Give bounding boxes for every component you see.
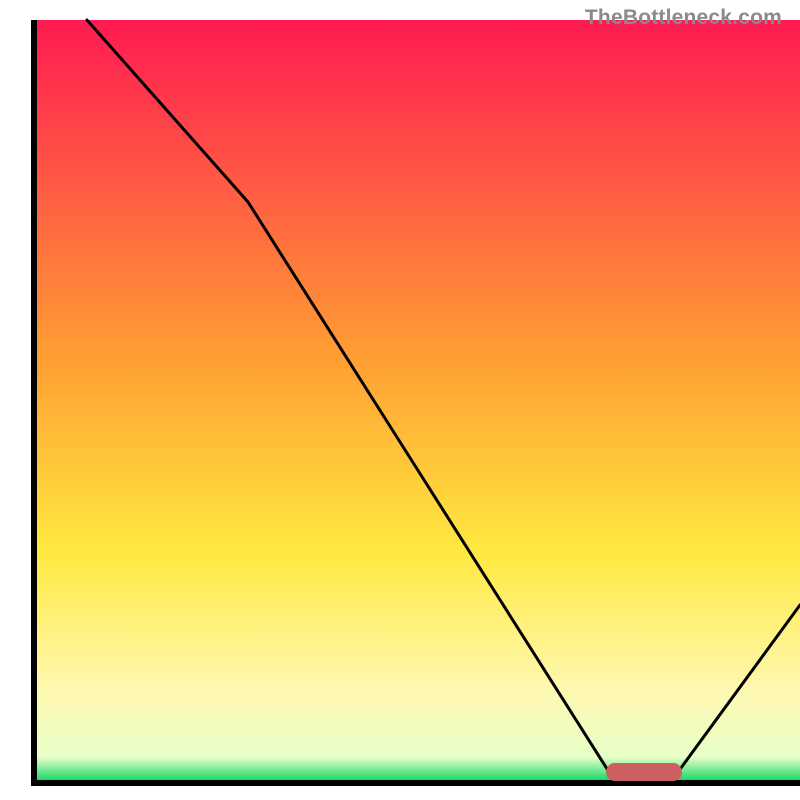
plot-background	[34, 20, 800, 780]
watermark-text: TheBottleneck.com	[585, 6, 782, 30]
chart-svg	[0, 0, 800, 800]
chart-container: TheBottleneck.com	[0, 0, 800, 800]
minimum-marker	[606, 763, 682, 781]
